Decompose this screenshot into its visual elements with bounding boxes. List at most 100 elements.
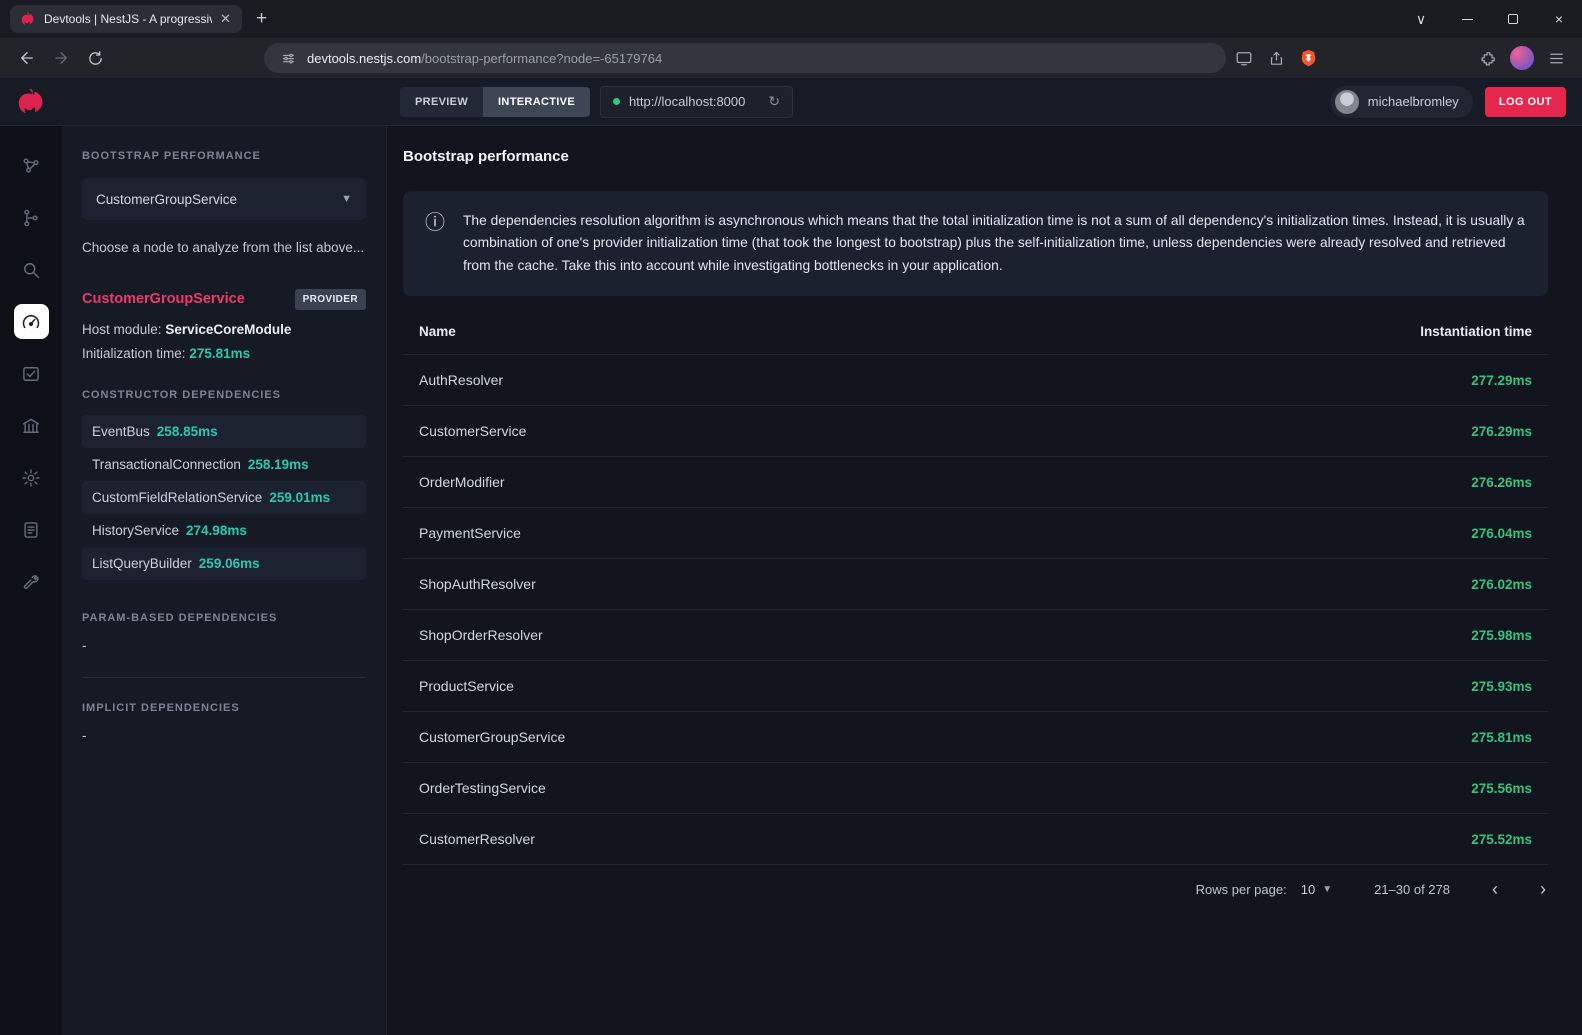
row-name: CustomerResolver: [419, 831, 535, 847]
row-time: 275.56ms: [1471, 781, 1532, 796]
back-icon: [18, 49, 36, 67]
row-time: 277.29ms: [1471, 373, 1532, 388]
user-avatar: [1335, 90, 1359, 114]
table-row[interactable]: PaymentService 276.04ms: [403, 507, 1548, 558]
row-name: PaymentService: [419, 525, 521, 541]
column-time: Instantiation time: [1420, 324, 1532, 339]
url-domain: devtools.nestjs.com: [307, 51, 421, 66]
performance-table: Name Instantiation time AuthResolver 277…: [403, 304, 1548, 865]
rail-item-settings[interactable]: [14, 460, 49, 495]
rail-item-routes[interactable]: [14, 200, 49, 235]
maximize-icon: [1508, 14, 1518, 24]
new-tab-button[interactable]: +: [242, 8, 281, 30]
table-row[interactable]: OrderModifier 276.26ms: [403, 456, 1548, 507]
site-settings-icon[interactable]: [278, 44, 298, 72]
row-time: 276.26ms: [1471, 475, 1532, 490]
row-time: 275.52ms: [1471, 832, 1532, 847]
nestjs-logo: [0, 87, 62, 117]
dep-list-item[interactable]: HistoryService 274.98ms: [82, 514, 366, 547]
constructor-deps-list: EventBus 258.85ms TransactionalConnectio…: [82, 415, 366, 580]
view-mode-toggle: PREVIEW INTERACTIVE: [400, 87, 590, 117]
pagination: Rows per page: 10 ▼ 21–30 of 278 ‹ ›: [403, 880, 1548, 898]
row-time: 276.02ms: [1471, 577, 1532, 592]
tab-search-icon[interactable]: ∨: [1398, 0, 1444, 38]
browser-profile-avatar[interactable]: [1510, 46, 1534, 70]
param-deps-empty: -: [82, 638, 366, 653]
back-button[interactable]: [12, 43, 42, 73]
sidebar-section-title: BOOTSTRAP PERFORMANCE: [82, 150, 366, 162]
host-module-label: Host module:: [82, 322, 162, 337]
row-time: 276.04ms: [1471, 526, 1532, 541]
dep-list-item[interactable]: ListQueryBuilder 259.06ms: [82, 547, 366, 580]
forward-button[interactable]: [46, 43, 76, 73]
rail-item-modules[interactable]: [14, 408, 49, 443]
provider-badge: PROVIDER: [295, 289, 366, 310]
reload-button[interactable]: [80, 43, 110, 73]
connection-status-dot: [613, 98, 620, 105]
host-module-row: Host module: ServiceCoreModule: [82, 322, 366, 337]
dep-list-item[interactable]: CustomFieldRelationService 259.01ms: [82, 481, 366, 514]
user-chip[interactable]: michaelbromley: [1330, 86, 1473, 118]
table-row[interactable]: ShopAuthResolver 276.02ms: [403, 558, 1548, 609]
sidebar: BOOTSTRAP PERFORMANCE CustomerGroupServi…: [62, 126, 387, 1035]
row-name: OrderTestingService: [419, 780, 546, 796]
table-row[interactable]: OrderTestingService 275.56ms: [403, 762, 1548, 813]
close-button[interactable]: ×: [1536, 0, 1582, 38]
implicit-deps-empty: -: [82, 728, 366, 743]
brave-shield-icon[interactable]: [1294, 44, 1322, 72]
target-url: http://localhost:8000: [629, 94, 745, 109]
info-text: The dependencies resolution algorithm is…: [463, 210, 1526, 277]
rail-item-audit[interactable]: [14, 356, 49, 391]
table-row[interactable]: CustomerGroupService 275.81ms: [403, 711, 1548, 762]
column-name: Name: [419, 324, 456, 339]
pagination-range: 21–30 of 278: [1374, 882, 1450, 897]
rail-item-search[interactable]: [14, 252, 49, 287]
node-select[interactable]: CustomerGroupService ▼: [82, 178, 366, 220]
table-row[interactable]: ShopOrderResolver 275.98ms: [403, 609, 1548, 660]
init-time-row: Initialization time: 275.81ms: [82, 346, 366, 361]
maximize-button[interactable]: [1490, 0, 1536, 38]
row-name: ShopOrderResolver: [419, 627, 543, 643]
extensions-icon[interactable]: [1474, 44, 1502, 72]
table-row[interactable]: CustomerService 276.29ms: [403, 405, 1548, 456]
menu-icon[interactable]: [1542, 44, 1570, 72]
rail-item-logs[interactable]: [14, 512, 49, 547]
init-time-label: Initialization time:: [82, 346, 186, 361]
previous-page-button[interactable]: ‹: [1492, 880, 1498, 898]
rows-per-page-select[interactable]: 10 ▼: [1301, 882, 1332, 897]
interactive-tab[interactable]: INTERACTIVE: [483, 87, 590, 117]
dep-time: 258.85ms: [157, 424, 218, 439]
next-page-button[interactable]: ›: [1540, 880, 1546, 898]
rail-item-graph[interactable]: [14, 148, 49, 183]
dep-list-item[interactable]: TransactionalConnection 258.19ms: [82, 448, 366, 481]
rail-item-performance[interactable]: [14, 304, 49, 339]
info-icon: ⓘ: [425, 210, 445, 236]
row-time: 276.29ms: [1471, 424, 1532, 439]
reload-icon: [87, 50, 104, 67]
table-row[interactable]: AuthResolver 277.29ms: [403, 354, 1548, 405]
dep-list-item[interactable]: EventBus 258.85ms: [82, 415, 366, 448]
app-header: PREVIEW INTERACTIVE http://localhost:800…: [0, 78, 1582, 126]
node-select-hint: Choose a node to analyze from the list a…: [82, 238, 366, 259]
minimize-button[interactable]: [1444, 0, 1490, 38]
row-time: 275.98ms: [1471, 628, 1532, 643]
refresh-target-icon[interactable]: ↻: [768, 93, 780, 110]
table-row[interactable]: ProductService 275.93ms: [403, 660, 1548, 711]
implicit-deps-title: IMPLICIT DEPENDENCIES: [82, 702, 366, 714]
tab-capture-icon[interactable]: [1230, 44, 1258, 72]
logout-button[interactable]: LOG OUT: [1485, 87, 1566, 117]
url-path: /bootstrap-performance?node=-65179764: [421, 51, 662, 66]
row-name: ProductService: [419, 678, 514, 694]
param-deps-title: PARAM-BASED DEPENDENCIES: [82, 612, 366, 624]
tab-close-icon[interactable]: ✕: [220, 11, 231, 27]
browser-tab[interactable]: Devtools | NestJS - A progressive... ✕: [10, 5, 242, 33]
rail-item-tools[interactable]: [14, 564, 49, 599]
dep-time: 259.06ms: [199, 556, 260, 571]
table-row[interactable]: CustomerResolver 275.52ms: [403, 813, 1548, 864]
address-bar[interactable]: devtools.nestjs.com/bootstrap-performanc…: [264, 43, 1226, 73]
dep-name: ListQueryBuilder: [92, 556, 192, 571]
preview-tab[interactable]: PREVIEW: [400, 87, 483, 117]
target-url-field[interactable]: http://localhost:8000 ↻: [600, 86, 793, 118]
share-icon[interactable]: [1262, 44, 1290, 72]
row-time: 275.93ms: [1471, 679, 1532, 694]
